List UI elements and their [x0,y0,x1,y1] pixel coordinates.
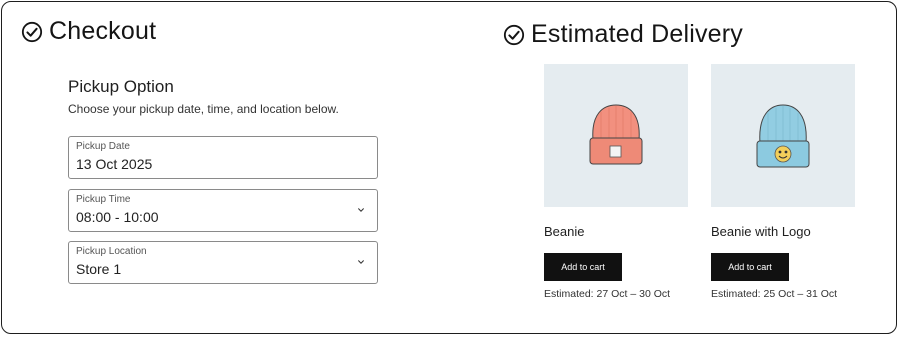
pickup-option-title: Pickup Option [68,77,174,96]
check-circle-icon [503,24,525,45]
add-to-cart-button[interactable]: Add to cart [544,253,622,281]
pickup-location-value[interactable]: Store 1 [76,261,121,277]
pickup-option-description: Choose your pickup date, time, and locat… [68,102,339,116]
pickup-time-select[interactable]: Pickup Time 08:00 - 10:00 [68,189,378,232]
check-circle-icon [21,21,43,42]
checkout-heading: Checkout [21,17,156,46]
product-card-beanie: Beanie Add to cart Estimated: 27 Oct – 3… [544,64,688,300]
product-image-beanie[interactable] [544,64,688,207]
product-image-beanie-with-logo[interactable] [711,64,855,207]
product-name[interactable]: Beanie with Logo [711,224,855,239]
product-card-beanie-with-logo: Beanie with Logo Add to cart Estimated: … [711,64,855,300]
chevron-down-icon[interactable] [357,206,365,214]
pickup-location-select[interactable]: Pickup Location Store 1 [68,241,378,284]
beanie-with-logo-image [756,103,810,167]
estimated-delivery-heading-text: Estimated Delivery [531,20,743,48]
checkout-heading-text: Checkout [49,17,157,45]
pickup-date-label: Pickup Date [76,141,130,152]
add-to-cart-button[interactable]: Add to cart [711,253,789,281]
estimated-delivery-text: Estimated: 27 Oct – 30 Oct [544,288,671,300]
estimated-delivery-text: Estimated: 25 Oct – 31 Oct [711,288,838,300]
pickup-date-value[interactable]: 13 Oct 2025 [76,156,152,172]
beanie-image [589,103,643,164]
pickup-time-label: Pickup Time [76,194,131,205]
product-name[interactable]: Beanie [544,224,688,239]
estimated-delivery-heading: Estimated Delivery [503,20,743,49]
pickup-time-value[interactable]: 08:00 - 10:00 [76,209,159,225]
chevron-down-icon[interactable] [357,258,365,266]
pickup-date-field[interactable]: Pickup Date 13 Oct 2025 [68,136,378,179]
pickup-location-label: Pickup Location [76,246,147,257]
